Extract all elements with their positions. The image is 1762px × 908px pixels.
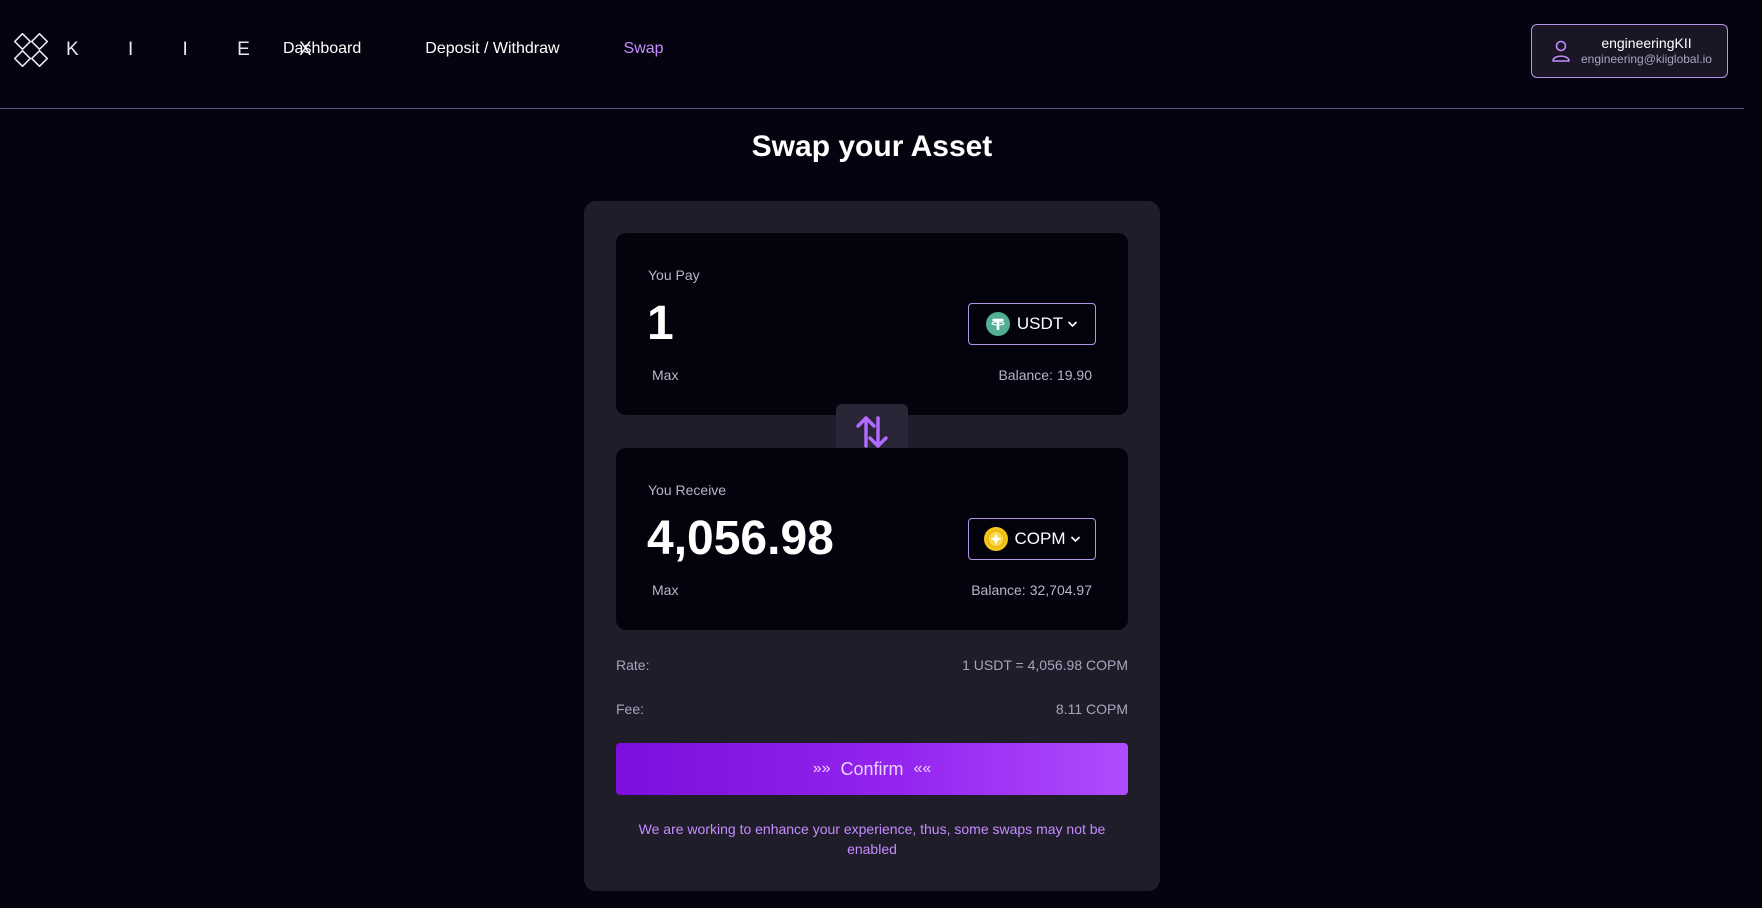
- receive-token-name: COPM: [1014, 529, 1066, 548]
- confirm-button[interactable]: »» Confirm ««: [616, 743, 1128, 795]
- rate-value: 1 USDT = 4,056.98 COPM: [962, 657, 1128, 673]
- receive-max-button[interactable]: Max: [652, 582, 678, 598]
- receive-label: You Receive: [648, 482, 727, 498]
- pay-balance-value: 19.90: [1056, 367, 1092, 383]
- chevron-down-icon: [1068, 321, 1078, 328]
- pay-label: You Pay: [648, 267, 700, 283]
- kiiex-logo-icon: [14, 33, 48, 67]
- main-nav: Dashboard Deposit / Withdraw Swap: [283, 40, 728, 58]
- fee-label: Fee:: [616, 701, 645, 717]
- pay-amount-input[interactable]: 1: [647, 295, 674, 353]
- fee-value: 8.11 COPM: [1055, 701, 1128, 717]
- receive-balance: Balance: 32,704.97: [971, 582, 1092, 598]
- swap-card: You Pay 1 USDT Max Balance: 19.90 You Re…: [584, 201, 1160, 891]
- pay-max-button[interactable]: Max: [652, 367, 678, 383]
- nav-swap[interactable]: Swap: [624, 40, 664, 58]
- top-header: K I I E X Dashboard Deposit / Withdraw S…: [0, 0, 1744, 109]
- user-email: engineering@kiiglobal.io: [1581, 52, 1712, 66]
- confirm-right-arrows: ««: [913, 760, 932, 777]
- confirm-label: Confirm: [840, 758, 904, 779]
- user-name: engineeringKII: [1601, 35, 1692, 51]
- receive-balance-value: 32,704.97: [1029, 582, 1092, 598]
- page-title: Swap your Asset: [751, 130, 993, 163]
- copm-coin-icon: [983, 527, 1008, 551]
- confirm-left-arrows: »»: [812, 760, 831, 777]
- receive-balance-label: Balance:: [971, 582, 1026, 598]
- pay-balance: Balance: 19.90: [998, 367, 1092, 383]
- user-icon: [1552, 40, 1570, 62]
- tether-icon: [985, 312, 1010, 336]
- pay-panel: You Pay 1 USDT Max Balance: 19.90: [616, 233, 1128, 415]
- pay-token-name: USDT: [1016, 314, 1064, 333]
- user-account-button[interactable]: engineeringKII engineering@kiiglobal.io: [1531, 24, 1728, 78]
- nav-deposit-withdraw[interactable]: Deposit / Withdraw: [425, 40, 559, 58]
- pay-balance-label: Balance:: [998, 367, 1053, 383]
- receive-panel: You Receive 4,056.98 COPM Max Balance: 32…: [616, 448, 1128, 630]
- nav-dashboard[interactable]: Dashboard: [283, 40, 361, 58]
- pay-token-select[interactable]: USDT: [968, 303, 1096, 345]
- fee-row: Fee: 8.11 COPM: [616, 701, 1128, 717]
- swap-arrows-icon: [856, 416, 888, 448]
- receive-amount-input[interactable]: 4,056.98: [647, 510, 834, 568]
- receive-token-select[interactable]: COPM: [968, 518, 1096, 560]
- swap-notice: We are working to enhance your experienc…: [638, 821, 1106, 857]
- rate-label: Rate:: [616, 657, 650, 673]
- rate-row: Rate: 1 USDT = 4,056.98 COPM: [616, 657, 1128, 673]
- user-info: engineeringKII engineering@kiiglobal.io: [1581, 35, 1712, 67]
- chevron-down-icon: [1070, 536, 1080, 543]
